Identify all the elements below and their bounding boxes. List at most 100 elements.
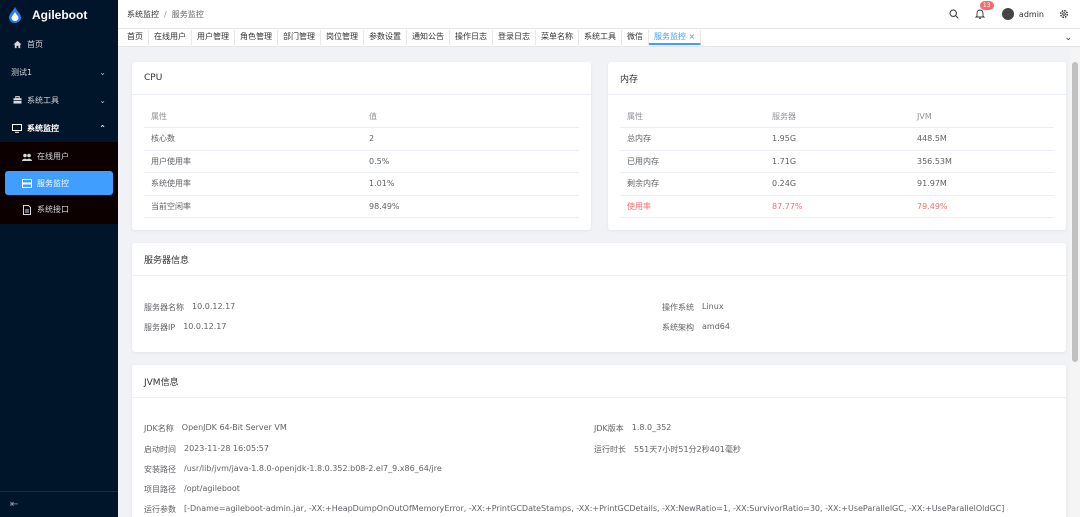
memory-table: 属性 服务器 JVM 总内存 1.95G 448.5M 已用内存 1.71G 356.5… bbox=[620, 105, 1054, 218]
home-icon bbox=[12, 39, 22, 49]
tag-dept-management[interactable]: 部门管理 bbox=[278, 30, 321, 45]
toolbox-icon bbox=[12, 95, 22, 105]
install-path-row: 安装路径/usr/lib/jvm/java-1.8.0-openjdk-1.8.… bbox=[144, 464, 442, 475]
bell-icon bbox=[974, 9, 985, 19]
table-header-row: 属性 值 bbox=[144, 105, 579, 128]
collapse-icon: ⇤ bbox=[10, 499, 19, 510]
settings-button[interactable] bbox=[1056, 6, 1072, 22]
value: 2023-11-28 16:05:57 bbox=[184, 444, 269, 453]
chevron-down-icon[interactable]: ⌄ bbox=[1064, 33, 1072, 43]
value: [-Dname=agileboot-admin.jar, -XX:+HeapDu… bbox=[184, 504, 1005, 513]
value: 10.0.12.17 bbox=[183, 322, 227, 331]
logo-icon bbox=[9, 7, 21, 23]
cell: 98.49% bbox=[362, 195, 579, 218]
tag-operation-log[interactable]: 操作日志 bbox=[450, 30, 493, 45]
table-row: 当前空闲率 98.49% bbox=[144, 195, 579, 218]
cell: 356.53M bbox=[910, 150, 1054, 173]
tag-notice[interactable]: 通知公告 bbox=[407, 30, 450, 45]
tag-config[interactable]: 参数设置 bbox=[364, 30, 407, 45]
sidebar-item-server-monitor[interactable]: 服务监控 bbox=[5, 171, 113, 195]
cell: 已用内存 bbox=[620, 150, 765, 173]
jvm-info-card: JVM信息 JDK名称 OpenJDK 64-Bit Server VM JDK版… bbox=[132, 365, 1066, 517]
value: Linux bbox=[702, 302, 724, 311]
value: /opt/agileboot bbox=[184, 484, 240, 493]
sidebar-item-label: 测试1 bbox=[11, 67, 33, 77]
table-row: 用户使用率 0.5% bbox=[144, 150, 579, 173]
sidebar-item-online-users[interactable]: 在线用户 bbox=[0, 143, 118, 170]
username[interactable]: admin bbox=[1019, 10, 1044, 19]
cell: 总内存 bbox=[620, 127, 765, 151]
server-info-card: 服务器信息 服务器名称 10.0.12.17 服务器IP 10.0.12.17 操作… bbox=[132, 243, 1066, 352]
sidebar-item-label: 服务监控 bbox=[37, 178, 69, 188]
label: 安装路径 bbox=[144, 465, 176, 474]
column-header: 属性 bbox=[620, 105, 765, 128]
label: 系统架构 bbox=[662, 323, 694, 332]
notification-badge: 13 bbox=[979, 1, 994, 10]
table-row: 核心数 2 bbox=[144, 127, 579, 151]
label: JDK版本 bbox=[594, 424, 624, 433]
tag-role-management[interactable]: 角色管理 bbox=[235, 30, 278, 45]
chevron-down-icon: ⌄ bbox=[99, 95, 106, 105]
cell: 87.77% bbox=[765, 195, 910, 218]
cell: 1.95G bbox=[765, 127, 910, 151]
value: amd64 bbox=[702, 322, 730, 331]
logo[interactable]: Agileboot bbox=[0, 0, 118, 30]
card-title: 内存 bbox=[608, 62, 1066, 95]
tags-view: 首页 在线用户 用户管理 角色管理 部门管理 岗位管理 参数设置 通知公告 操作… bbox=[118, 28, 1080, 47]
tag-online-users[interactable]: 在线用户 bbox=[149, 30, 192, 45]
table-row: 已用内存 1.71G 356.53M bbox=[620, 150, 1054, 173]
label: 操作系统 bbox=[662, 303, 694, 312]
value: 10.0.12.17 bbox=[192, 302, 236, 311]
search-button[interactable] bbox=[946, 6, 962, 22]
sidebar-item-system-monitor[interactable]: 系统监控 ⌃ bbox=[0, 114, 118, 142]
cell: 系统使用率 bbox=[144, 172, 362, 196]
jdk-name-row: JDK名称 OpenJDK 64-Bit Server VM bbox=[144, 423, 287, 434]
value: OpenJDK 64-Bit Server VM bbox=[181, 423, 287, 432]
cell: 1.01% bbox=[362, 172, 579, 196]
cell: 2 bbox=[362, 127, 579, 151]
column-header: JVM bbox=[910, 105, 1054, 128]
app-name: Agileboot bbox=[32, 8, 88, 22]
sidebar-item-system-tools[interactable]: 系统工具 ⌄ bbox=[0, 86, 118, 114]
sidebar-submenu: 在线用户 服务监控 系统接口 bbox=[0, 142, 118, 224]
run-args-row: 运行参数 [-Dname=agileboot-admin.jar, -XX:+He… bbox=[144, 504, 1054, 515]
tag-login-log[interactable]: 登录日志 bbox=[493, 30, 536, 45]
tag-server-monitor[interactable]: 服务监控 × bbox=[649, 30, 702, 45]
sidebar-item-label: 系统监控 bbox=[27, 123, 59, 133]
scrollbar-thumb[interactable] bbox=[1072, 62, 1078, 362]
label: 服务器IP bbox=[144, 323, 176, 332]
sidebar-item-home[interactable]: 首页 bbox=[0, 30, 118, 58]
gear-icon bbox=[1060, 10, 1068, 18]
cell: 1.71G bbox=[765, 150, 910, 173]
sidebar-collapse-button[interactable]: ⇤ bbox=[0, 491, 118, 517]
arch-row: 系统架构 amd64 bbox=[662, 322, 730, 333]
sidebar-item-label: 在线用户 bbox=[37, 152, 69, 161]
search-icon bbox=[949, 9, 959, 19]
table-row: 使用率 87.77% 79.49% bbox=[620, 195, 1054, 218]
sidebar-item-test1[interactable]: 测试1 ⌄ bbox=[0, 58, 118, 86]
sidebar-item-label: 系统工具 bbox=[27, 95, 59, 105]
breadcrumb: 系统监控 / 服务监控 bbox=[127, 9, 204, 20]
avatar[interactable] bbox=[1001, 8, 1014, 20]
table-row: 总内存 1.95G 448.5M bbox=[620, 127, 1054, 151]
notification-button[interactable]: 13 bbox=[972, 1, 994, 22]
value: /usr/lib/jvm/java-1.8.0-openjdk-1.8.0.35… bbox=[184, 464, 442, 473]
server-ip-row: 服务器IP 10.0.12.17 bbox=[144, 322, 226, 333]
breadcrumb-item[interactable]: 系统监控 bbox=[127, 10, 159, 19]
sidebar-item-system-api[interactable]: 系统接口 bbox=[0, 196, 118, 223]
label: 运行时长 bbox=[594, 445, 626, 454]
value: 551天7小时51分2秒401毫秒 bbox=[634, 445, 741, 454]
tag-system-tools[interactable]: 系统工具 bbox=[579, 30, 622, 45]
cpu-card: CPU 属性 值 核心数 2 用户使用率 0.5% 系统使用率 1.01% 当前空闲率… bbox=[132, 62, 591, 230]
jdk-version-row: JDK版本 1.8.0_352 bbox=[594, 423, 671, 434]
cell: 79.49% bbox=[910, 195, 1054, 218]
tag-menu-name[interactable]: 菜单名称 bbox=[536, 30, 579, 45]
tag-home[interactable]: 首页 bbox=[122, 30, 149, 45]
table-row: 系统使用率 1.01% bbox=[144, 172, 579, 196]
tag-user-management[interactable]: 用户管理 bbox=[192, 30, 235, 45]
tag-post-management[interactable]: 岗位管理 bbox=[321, 30, 364, 45]
cell: 91.97M bbox=[910, 172, 1054, 196]
breadcrumb-separator: / bbox=[164, 9, 167, 19]
label: 启动时间 bbox=[144, 445, 176, 454]
tag-wechat[interactable]: 微信 bbox=[622, 30, 649, 45]
